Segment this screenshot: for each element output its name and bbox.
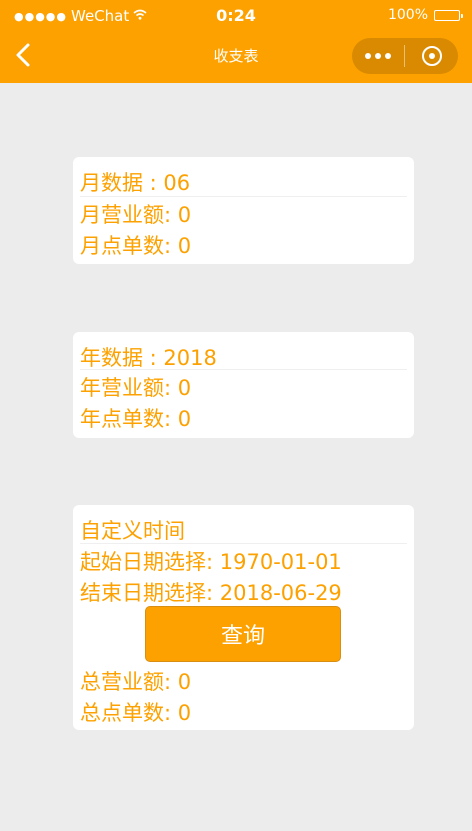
total-orders: 总点单数: 0 bbox=[80, 701, 192, 725]
divider bbox=[80, 369, 407, 370]
yearly-title: 年数据 : 2018 bbox=[80, 346, 217, 370]
nav-bar: 收支表 bbox=[0, 32, 472, 80]
yearly-revenue: 年营业额: 0 bbox=[80, 376, 192, 400]
monthly-title: 月数据 : 06 bbox=[80, 171, 191, 195]
end-date-picker[interactable]: 结束日期选择: 2018-06-29 bbox=[80, 577, 342, 607]
start-date-picker[interactable]: 起始日期选择: 1970-01-01 bbox=[80, 546, 342, 576]
status-bar: ●●●●● WeChat 0:24 100% bbox=[0, 0, 472, 32]
top-bar: ●●●●● WeChat 0:24 100% 收支表 bbox=[0, 0, 472, 83]
battery-icon bbox=[434, 9, 463, 21]
monthly-orders: 月点单数: 0 bbox=[80, 234, 192, 258]
close-mini-program-button[interactable] bbox=[405, 38, 458, 74]
monthly-revenue: 月营业额: 0 bbox=[80, 203, 192, 227]
divider bbox=[80, 196, 407, 197]
yearly-data-card: 年数据 : 2018 年营业额: 0 年点单数: 0 bbox=[73, 332, 414, 438]
total-revenue: 总营业额: 0 bbox=[80, 670, 192, 694]
custom-title: 自定义时间 bbox=[80, 519, 185, 543]
mini-program-capsule bbox=[352, 38, 458, 74]
divider bbox=[80, 543, 407, 544]
more-dots-icon bbox=[365, 53, 371, 59]
battery-percent: 100% bbox=[387, 7, 428, 23]
custom-time-card: 自定义时间 起始日期选择: 1970-01-01 结束日期选择: 2018-06… bbox=[73, 505, 414, 730]
query-button[interactable]: 查询 bbox=[145, 606, 341, 662]
monthly-data-card: 月数据 : 06 月营业额: 0 月点单数: 0 bbox=[73, 157, 414, 264]
yearly-orders: 年点单数: 0 bbox=[80, 407, 192, 431]
target-icon bbox=[421, 46, 442, 66]
more-menu-button[interactable] bbox=[352, 38, 404, 74]
battery-status: 100% bbox=[387, 7, 463, 23]
